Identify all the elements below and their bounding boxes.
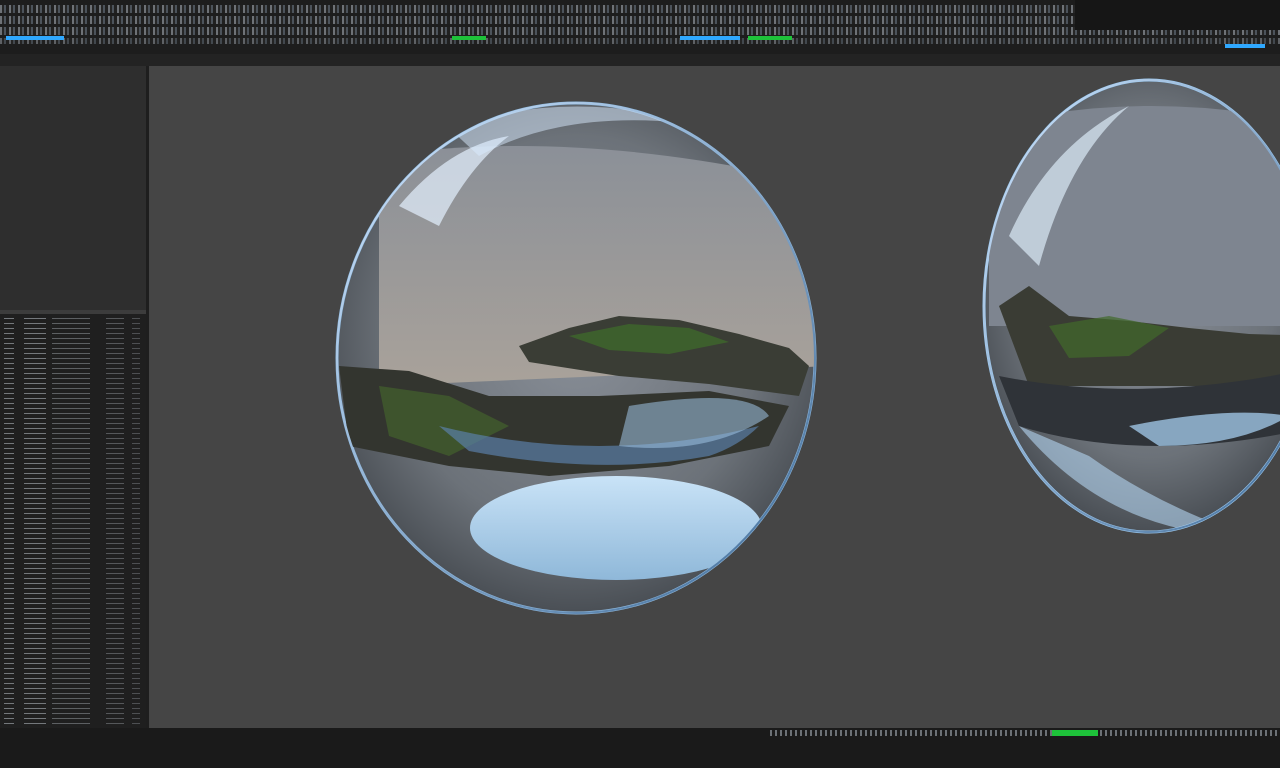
toolbar-accent-green bbox=[452, 36, 486, 40]
timeline-ticks[interactable] bbox=[770, 730, 1280, 736]
outliner-list[interactable] bbox=[52, 318, 90, 748]
outliner-list[interactable] bbox=[132, 318, 140, 748]
toolbar-accent-green bbox=[748, 36, 792, 40]
menu-bar bbox=[0, 54, 1280, 66]
timeline-bar[interactable] bbox=[0, 728, 1280, 768]
outliner-list[interactable] bbox=[4, 318, 14, 748]
outliner-list[interactable] bbox=[106, 318, 124, 748]
left-panel bbox=[0, 66, 149, 756]
toolbar-accent-blue bbox=[680, 36, 740, 40]
title-bar-right bbox=[1075, 0, 1280, 30]
toolbar-row[interactable] bbox=[0, 16, 1075, 24]
3d-viewport[interactable] bbox=[149, 66, 1280, 728]
toolbar-accent-blue bbox=[6, 36, 64, 40]
toolbar-accent-blue bbox=[1225, 44, 1265, 48]
toolbar-row[interactable] bbox=[0, 38, 1280, 44]
viewport-render bbox=[335, 78, 1280, 615]
glass-sphere[interactable] bbox=[335, 101, 829, 615]
top-toolbar bbox=[0, 0, 1280, 54]
outliner-panel[interactable] bbox=[0, 314, 146, 756]
properties-panel bbox=[0, 66, 146, 310]
timeline-accent bbox=[1052, 730, 1098, 736]
toolbar-row[interactable] bbox=[0, 5, 1075, 13]
outliner-list[interactable] bbox=[24, 318, 46, 748]
glass-sphere[interactable] bbox=[982, 78, 1280, 536]
